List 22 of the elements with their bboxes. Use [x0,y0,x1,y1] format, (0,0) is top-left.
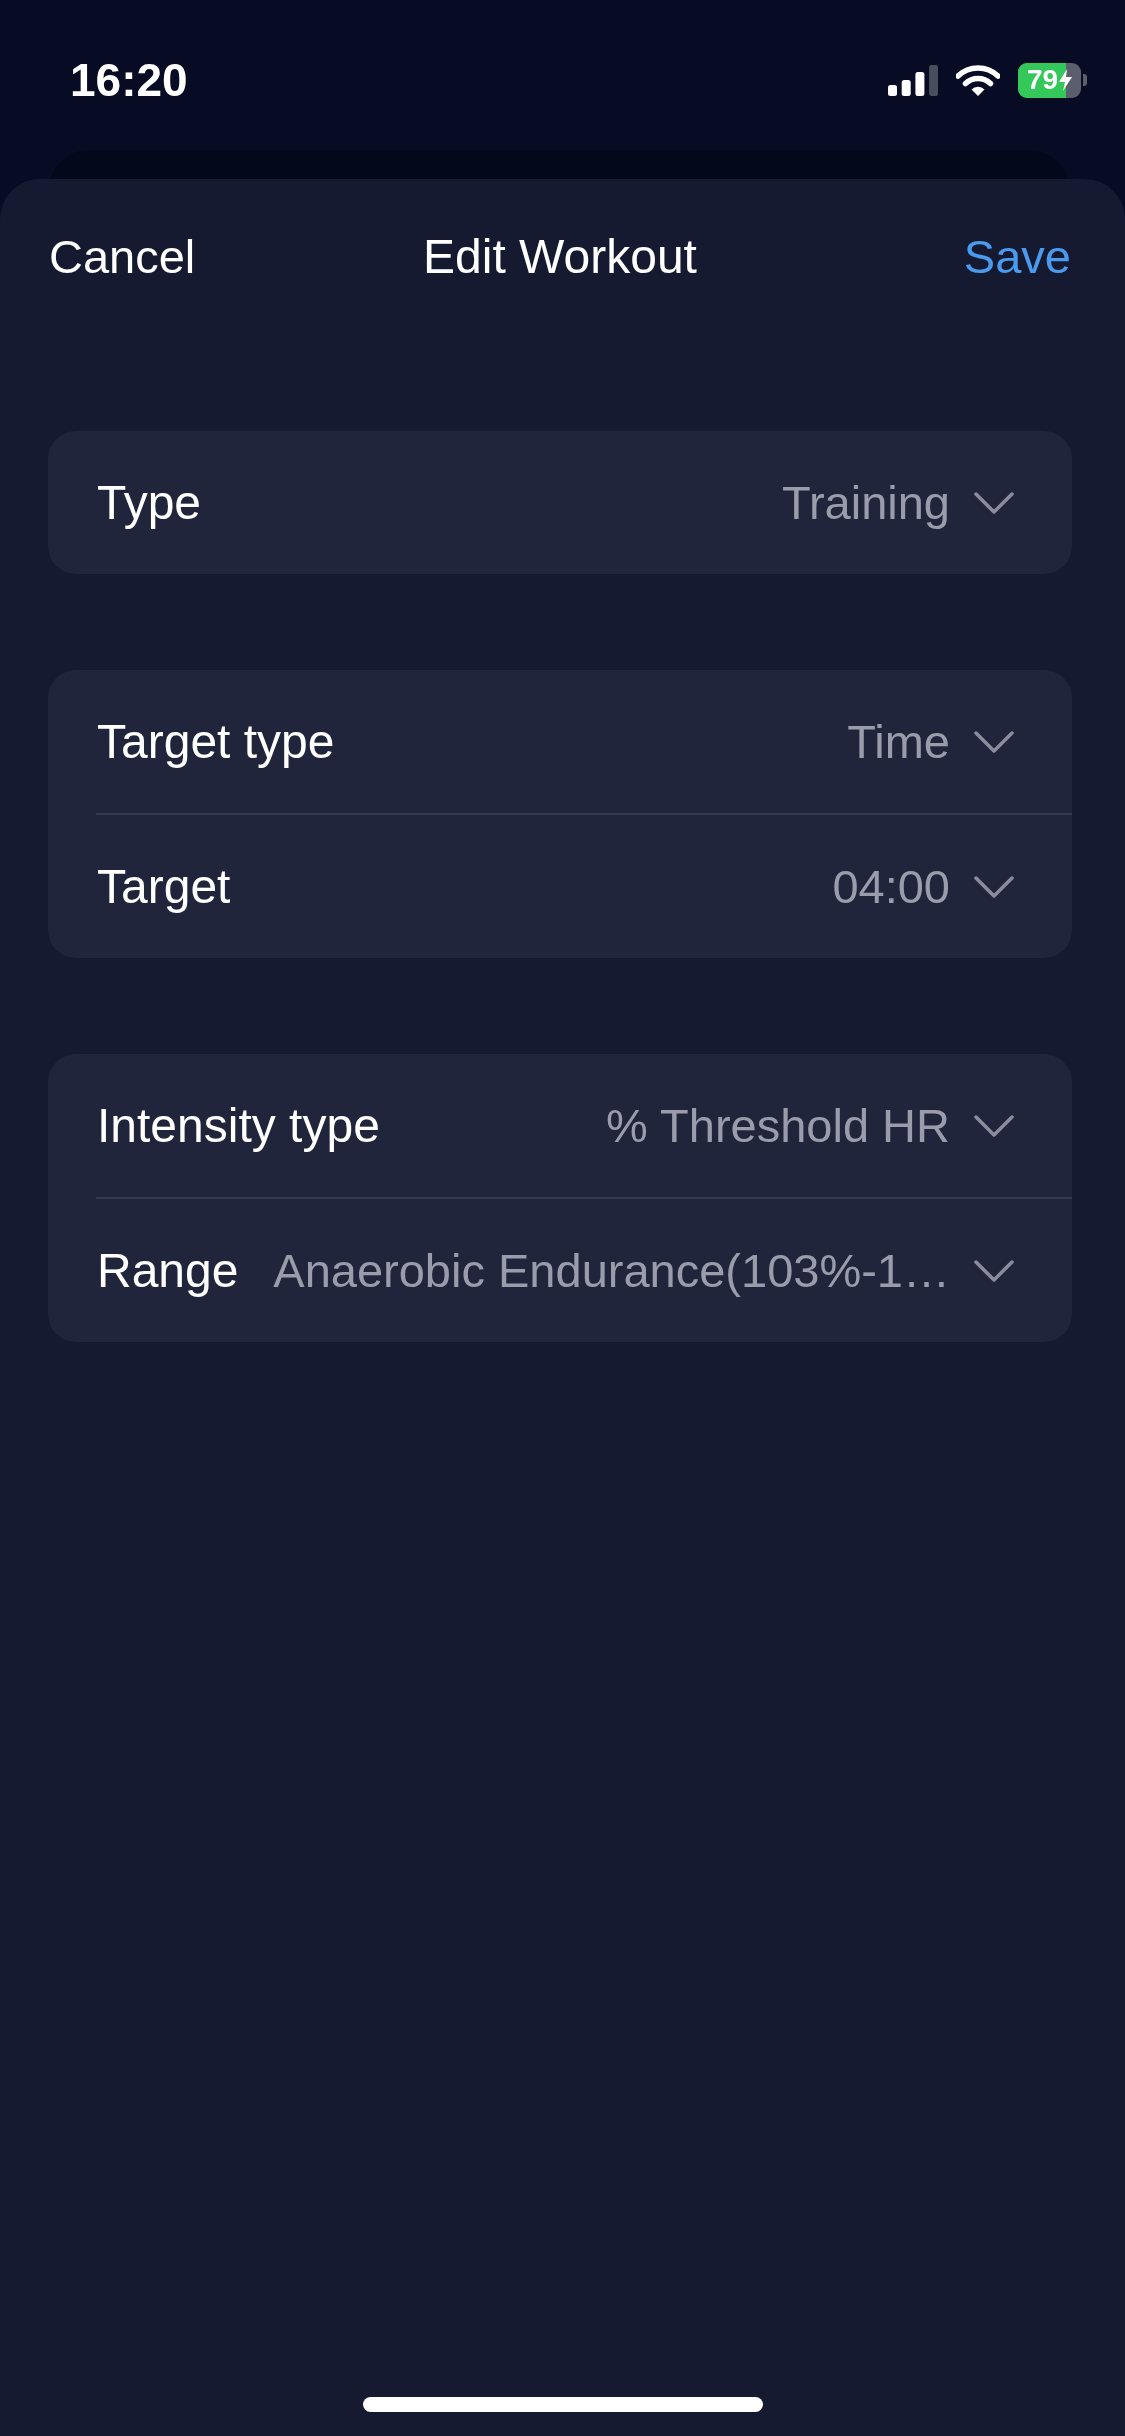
status-time: 16:20 [70,55,188,105]
save-button[interactable]: Save [963,229,1071,285]
wifi-icon [956,63,1000,97]
signal-bars-icon [888,64,938,96]
row-label: Range [97,1242,239,1299]
screen-title: Edit Workout [423,229,697,285]
battery-percent: 79 [1026,65,1059,95]
cancel-button[interactable]: Cancel [49,229,196,285]
row-label: Intensity type [97,1097,380,1154]
chevron-down-icon[interactable] [974,491,1014,514]
chevron-down-icon[interactable] [974,1114,1014,1137]
picker-value[interactable]: % Threshold HR [405,1097,950,1154]
chevron-down-icon[interactable] [974,875,1014,898]
chevron-down-icon[interactable] [974,730,1014,753]
picker-value[interactable]: 04:00 [256,858,950,915]
picker-value[interactable]: Training [227,474,950,531]
picker-value[interactable]: Time [360,713,950,770]
row-label: Type [97,474,202,531]
chevron-down-icon[interactable] [974,1259,1014,1282]
row-label: Target [97,858,231,915]
picker-value[interactable]: Anaerobic Endurance(103%-1… [264,1242,950,1299]
row-label: Target type [97,713,335,770]
